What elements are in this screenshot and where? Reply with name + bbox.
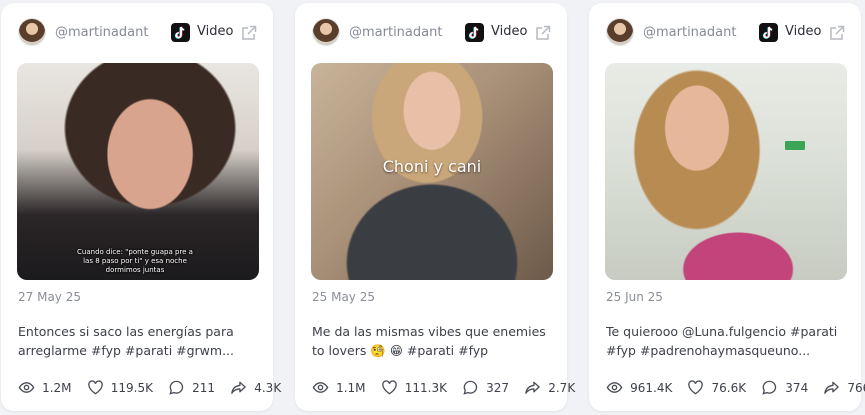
heart-icon xyxy=(688,380,704,395)
platform-label: Video xyxy=(491,24,528,39)
card-header: @martinadant Video xyxy=(606,18,848,48)
heart-icon xyxy=(87,380,103,395)
avatar[interactable] xyxy=(312,18,340,46)
views-stat: 1.2M xyxy=(18,377,72,396)
post-card[interactable]: @martinadant Video Cuando dice: "ponte g… xyxy=(1,3,281,411)
external-link-icon[interactable] xyxy=(828,24,846,42)
views-count: 1.2M xyxy=(42,380,72,395)
comment-icon xyxy=(169,380,184,395)
post-date: 27 May 25 xyxy=(18,290,81,304)
post-card[interactable]: @martinadant Video Choni y cani 25 May 2… xyxy=(295,3,575,411)
exit-sign xyxy=(785,141,805,150)
post-stats: 1.2M 119.5K 211 4.3K xyxy=(18,376,281,396)
eye-icon xyxy=(606,382,623,393)
platform-label: Video xyxy=(197,24,234,39)
card-header: @martinadant Video xyxy=(18,18,260,48)
tiktok-icon xyxy=(171,23,190,42)
post-date: 25 Jun 25 xyxy=(606,290,663,304)
comment-icon xyxy=(762,380,777,395)
tiktok-icon xyxy=(465,23,484,42)
username[interactable]: @martinadant xyxy=(55,25,148,40)
heart-icon xyxy=(381,380,397,395)
eye-icon xyxy=(18,382,35,393)
post-description: Te quierooo @Luna.fulgencio #parati #fyp… xyxy=(606,324,838,358)
views-count: 961.4K xyxy=(630,380,673,395)
platform-label: Video xyxy=(785,24,822,39)
video-overlay-text: Choni y cani xyxy=(382,157,482,176)
shares-count: 4.3K xyxy=(254,380,282,395)
likes-stat: 119.5K xyxy=(87,377,153,396)
likes-count: 76.6K xyxy=(711,380,747,395)
post-stats: 1.1M 111.3K 327 2.7K xyxy=(312,376,575,396)
external-link-icon[interactable] xyxy=(240,24,258,42)
likes-stat: 76.6K xyxy=(687,377,746,396)
comments-stat: 211 xyxy=(168,377,215,396)
share-icon xyxy=(824,381,840,394)
post-description: Entonces si saco las energías para arreg… xyxy=(18,324,235,358)
likes-count: 119.5K xyxy=(110,380,153,395)
post-card[interactable]: @martinadant Video 25 Jun 25 Te quierooo… xyxy=(589,3,865,411)
comments-stat: 327 xyxy=(462,377,509,396)
video-thumbnail[interactable]: Cuando dice: "ponte guapa pre a las 8 pa… xyxy=(17,63,259,280)
username[interactable]: @martinadant xyxy=(349,25,442,40)
share-icon xyxy=(231,381,246,394)
video-thumbnail[interactable]: Choni y cani xyxy=(311,63,553,280)
shares-stat: 2.7K xyxy=(524,377,575,396)
avatar[interactable] xyxy=(606,18,634,46)
external-link-icon[interactable] xyxy=(534,24,552,42)
views-stat: 961.4K xyxy=(606,377,672,396)
video-thumbnail[interactable] xyxy=(605,63,847,280)
comments-stat: 374 xyxy=(761,377,808,396)
likes-stat: 111.3K xyxy=(381,377,447,396)
card-header: @martinadant Video xyxy=(312,18,554,48)
share-icon xyxy=(525,381,540,394)
likes-count: 111.3K xyxy=(404,380,447,395)
views-count: 1.1M xyxy=(336,380,366,395)
post-stats: 961.4K 76.6K 374 766 xyxy=(606,376,865,396)
eye-icon xyxy=(312,382,329,393)
comments-count: 374 xyxy=(785,380,809,395)
views-stat: 1.1M xyxy=(312,377,366,396)
shares-count: 2.7K xyxy=(548,380,576,395)
comments-count: 327 xyxy=(486,380,510,395)
shares-stat: 4.3K xyxy=(230,377,281,396)
shares-count: 766 xyxy=(847,380,865,395)
post-date: 25 May 25 xyxy=(312,290,375,304)
tiktok-icon xyxy=(759,23,778,42)
shares-stat: 766 xyxy=(823,377,865,396)
comments-count: 211 xyxy=(192,380,216,395)
post-description: Me da las mismas vibes que enemies to lo… xyxy=(312,324,546,358)
comment-icon xyxy=(463,380,478,395)
video-caption-overlay: Cuando dice: "ponte guapa pre a las 8 pa… xyxy=(77,248,193,274)
avatar[interactable] xyxy=(18,18,46,46)
username[interactable]: @martinadant xyxy=(643,25,736,40)
